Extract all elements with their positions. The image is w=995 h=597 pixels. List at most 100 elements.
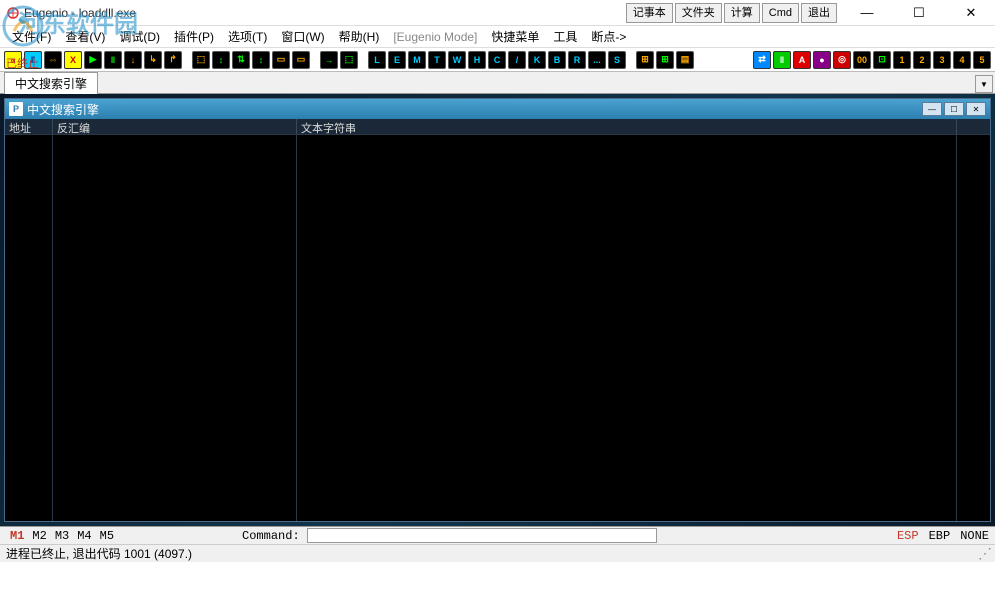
menu-工具[interactable]: 工具: [547, 26, 583, 47]
toolbar-button-g1-2[interactable]: ⇅: [232, 51, 250, 69]
toolbar-button-g3-11[interactable]: ...: [588, 51, 606, 69]
register-none[interactable]: NONE: [960, 529, 989, 543]
column-headers: 地址反汇编文本字符串: [5, 119, 990, 135]
toolbar-button-g1-5[interactable]: ▭: [292, 51, 310, 69]
menu-[eugenio mode]: [Eugenio Mode]: [387, 28, 483, 46]
toolbar-button-g3-0[interactable]: L: [368, 51, 386, 69]
toolbar-button-g1-0[interactable]: ⬚: [192, 51, 210, 69]
title-button-calc[interactable]: 计算: [724, 3, 760, 23]
app-icon: [6, 6, 20, 20]
toolbar-button-g0-1[interactable]: ‖: [24, 51, 42, 69]
memory-button-m4[interactable]: M4: [73, 529, 95, 543]
toolbar: «‖◦◦X▶‖↓↳↱⬚↕⇅↕▭▭→⬚LEMTWHC/KBR...S⊞⊞▤⇄‖A●…: [0, 48, 995, 72]
menu-选项t[interactable]: 选项(T): [222, 26, 273, 47]
toolbar-button-g3-12[interactable]: S: [608, 51, 626, 69]
tab-dropdown-button[interactable]: ▼: [975, 75, 993, 93]
title-button-cmd[interactable]: Cmd: [762, 3, 799, 23]
register-esp[interactable]: ESP: [897, 529, 919, 543]
title-button-folder[interactable]: 文件夹: [675, 3, 722, 23]
toolbar-button-g5-4[interactable]: ◎: [833, 51, 851, 69]
memory-button-m1[interactable]: M1: [6, 529, 28, 543]
toolbar-button-g5-9[interactable]: 3: [933, 51, 951, 69]
toolbar-button-g4-0[interactable]: ⊞: [636, 51, 654, 69]
menu-查看v[interactable]: 查看(V): [59, 26, 111, 47]
toolbar-button-g5-1[interactable]: ‖: [773, 51, 791, 69]
toolbar-button-g3-8[interactable]: K: [528, 51, 546, 69]
bottom-bar: M1M2M3M4M5 Command: ESP EBP NONE: [0, 526, 995, 544]
toolbar-button-g5-8[interactable]: 2: [913, 51, 931, 69]
toolbar-button-g1-4[interactable]: ▭: [272, 51, 290, 69]
mdi-client-area: P 中文搜索引擎 ― ☐ ✕ 地址反汇编文本字符串: [0, 94, 995, 526]
command-label: Command:: [242, 529, 300, 543]
child-window-title: 中文搜索引擎: [27, 101, 99, 118]
toolbar-button-g5-11[interactable]: 5: [973, 51, 991, 69]
toolbar-button-g5-6[interactable]: ⊡: [873, 51, 891, 69]
titlebar: Eugenio - loaddll.exe 记事本文件夹计算Cmd退出 ― ☐ …: [0, 0, 995, 26]
tabstrip: 中文搜索引擎 ▼: [0, 72, 995, 94]
toolbar-button-g0-0[interactable]: «: [4, 51, 22, 69]
memory-button-m3[interactable]: M3: [51, 529, 73, 543]
register-ebp[interactable]: EBP: [929, 529, 951, 543]
toolbar-button-g5-0[interactable]: ⇄: [753, 51, 771, 69]
memory-button-m2[interactable]: M2: [28, 529, 50, 543]
tab-search-engine[interactable]: 中文搜索引擎: [4, 72, 98, 94]
child-window-titlebar[interactable]: P 中文搜索引擎 ― ☐ ✕: [5, 99, 990, 119]
child-maximize-button[interactable]: ☐: [944, 102, 964, 116]
column-body: [297, 135, 957, 521]
maximize-button[interactable]: ☐: [897, 0, 941, 26]
column-body: [53, 135, 297, 521]
title-button-notepad[interactable]: 记事本: [626, 3, 673, 23]
toolbar-button-g0-7[interactable]: ↳: [144, 51, 162, 69]
toolbar-button-g4-2[interactable]: ▤: [676, 51, 694, 69]
memory-button-m5[interactable]: M5: [96, 529, 118, 543]
toolbar-button-g3-5[interactable]: H: [468, 51, 486, 69]
toolbar-button-g5-5[interactable]: 00: [853, 51, 871, 69]
toolbar-button-g0-4[interactable]: ▶: [84, 51, 102, 69]
close-button[interactable]: ✕: [949, 0, 993, 26]
menu-断点->[interactable]: 断点->: [585, 26, 632, 47]
command-input[interactable]: [307, 528, 657, 543]
menu-窗口w[interactable]: 窗口(W): [275, 26, 330, 47]
child-close-button[interactable]: ✕: [966, 102, 986, 116]
title-button-exit[interactable]: 退出: [801, 3, 837, 23]
toolbar-button-g3-10[interactable]: R: [568, 51, 586, 69]
menu-快捷菜单[interactable]: 快捷菜单: [485, 26, 545, 47]
toolbar-button-g5-10[interactable]: 4: [953, 51, 971, 69]
toolbar-button-g4-1[interactable]: ⊞: [656, 51, 674, 69]
toolbar-button-g3-2[interactable]: M: [408, 51, 426, 69]
column-header-文本字符串[interactable]: 文本字符串: [297, 119, 957, 134]
minimize-button[interactable]: ―: [845, 0, 889, 26]
menu-调试d[interactable]: 调试(D): [113, 26, 166, 47]
toolbar-button-g0-3[interactable]: X: [64, 51, 82, 69]
resize-grip[interactable]: ⋰: [978, 545, 989, 562]
toolbar-button-g1-3[interactable]: ↕: [252, 51, 270, 69]
status-text: 进程已终止, 退出代码 1001 (4097.): [6, 545, 192, 562]
table-body[interactable]: [5, 135, 990, 521]
child-window: P 中文搜索引擎 ― ☐ ✕ 地址反汇编文本字符串: [4, 98, 991, 522]
status-bar: 进程已终止, 退出代码 1001 (4097.) ⋰: [0, 544, 995, 562]
toolbar-button-g3-6[interactable]: C: [488, 51, 506, 69]
toolbar-button-g2-0[interactable]: →: [320, 51, 338, 69]
toolbar-button-g3-1[interactable]: E: [388, 51, 406, 69]
child-minimize-button[interactable]: ―: [922, 102, 942, 116]
column-header-反汇编[interactable]: 反汇编: [53, 119, 297, 134]
toolbar-button-g0-5[interactable]: ‖: [104, 51, 122, 69]
toolbar-button-g0-8[interactable]: ↱: [164, 51, 182, 69]
toolbar-button-g3-4[interactable]: W: [448, 51, 466, 69]
toolbar-button-g5-3[interactable]: ●: [813, 51, 831, 69]
toolbar-button-g3-3[interactable]: T: [428, 51, 446, 69]
toolbar-button-g0-6[interactable]: ↓: [124, 51, 142, 69]
toolbar-button-g5-7[interactable]: 1: [893, 51, 911, 69]
window-title: Eugenio - loaddll.exe: [24, 6, 136, 20]
toolbar-button-g3-9[interactable]: B: [548, 51, 566, 69]
menu-文件f[interactable]: 文件(F): [6, 26, 57, 47]
menu-插件p[interactable]: 插件(P): [168, 26, 220, 47]
column-header-地址[interactable]: 地址: [5, 119, 53, 134]
toolbar-button-g0-2[interactable]: ◦◦: [44, 51, 62, 69]
toolbar-button-g3-7[interactable]: /: [508, 51, 526, 69]
toolbar-button-g5-2[interactable]: A: [793, 51, 811, 69]
child-window-icon: P: [9, 102, 23, 116]
menu-帮助h[interactable]: 帮助(H): [333, 26, 386, 47]
toolbar-button-g2-1[interactable]: ⬚: [340, 51, 358, 69]
toolbar-button-g1-1[interactable]: ↕: [212, 51, 230, 69]
